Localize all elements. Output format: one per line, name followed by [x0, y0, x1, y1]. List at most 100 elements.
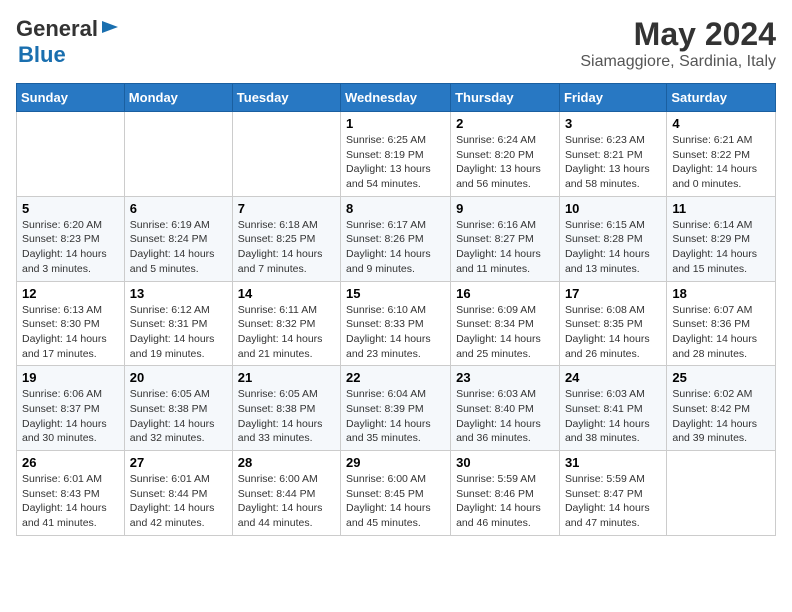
- logo-general: General: [16, 16, 98, 42]
- weekday-header-thursday: Thursday: [451, 84, 560, 112]
- day-cell-21: 21Sunrise: 6:05 AMSunset: 8:38 PMDayligh…: [232, 366, 340, 451]
- weekday-header-tuesday: Tuesday: [232, 84, 340, 112]
- day-number: 29: [346, 455, 445, 470]
- week-row-2: 5Sunrise: 6:20 AMSunset: 8:23 PMDaylight…: [17, 196, 776, 281]
- day-info: Sunrise: 6:11 AMSunset: 8:32 PMDaylight:…: [238, 303, 335, 362]
- day-number: 9: [456, 201, 554, 216]
- day-number: 21: [238, 370, 335, 385]
- day-cell-8: 8 Sunrise: 6:17 AMSunset: 8:26 PMDaylight…: [341, 196, 451, 281]
- day-info: Sunrise: 5:59 AMSunset: 8:46 PMDaylight:…: [456, 472, 554, 531]
- day-info: Sunrise: 6:08 AMSunset: 8:35 PMDaylight:…: [565, 303, 661, 362]
- day-info: Sunrise: 6:06 AMSunset: 8:37 PMDaylight:…: [22, 387, 119, 446]
- day-cell-16: 16 Sunrise: 6:09 AMSunset: 8:34 PMDayligh…: [451, 281, 560, 366]
- day-info: Sunrise: 6:04 AMSunset: 8:39 PMDaylight:…: [346, 387, 445, 446]
- day-number: 8: [346, 201, 445, 216]
- day-info: Sunrise: 6:18 AMSunset: 8:25 PMDaylight:…: [238, 218, 335, 277]
- day-info: Sunrise: 6:02 AMSunset: 8:42 PMDaylight:…: [672, 387, 770, 446]
- day-number: 3: [565, 116, 661, 131]
- day-info: Sunrise: 6:13 AMSunset: 8:30 PMDaylight:…: [22, 303, 119, 362]
- day-number: 22: [346, 370, 445, 385]
- weekday-header-monday: Monday: [124, 84, 232, 112]
- logo-flag-icon: [100, 19, 120, 39]
- day-cell-1: 1 Sunrise: 6:25 AMSunset: 8:19 PMDaylight…: [341, 112, 451, 197]
- day-number: 31: [565, 455, 661, 470]
- week-row-5: 26 Sunrise: 6:01 AMSunset: 8:43 PMDayligh…: [17, 451, 776, 536]
- header: General Blue May 2024 Siamaggiore, Sardi…: [16, 16, 776, 71]
- day-number: 10: [565, 201, 661, 216]
- calendar: SundayMondayTuesdayWednesdayThursdayFrid…: [16, 83, 776, 536]
- day-info: Sunrise: 6:12 AMSunset: 8:31 PMDaylight:…: [130, 303, 227, 362]
- day-info: Sunrise: 6:17 AMSunset: 8:26 PMDaylight:…: [346, 218, 445, 277]
- day-info: Sunrise: 6:00 AMSunset: 8:45 PMDaylight:…: [346, 472, 445, 531]
- day-number: 4: [672, 116, 770, 131]
- weekday-header-saturday: Saturday: [667, 84, 776, 112]
- day-number: 15: [346, 286, 445, 301]
- day-number: 1: [346, 116, 445, 131]
- day-cell-12: 12 Sunrise: 6:13 AMSunset: 8:30 PMDayligh…: [17, 281, 125, 366]
- day-number: 14: [238, 286, 335, 301]
- day-info: Sunrise: 6:10 AMSunset: 8:33 PMDaylight:…: [346, 303, 445, 362]
- logo: General Blue: [16, 16, 120, 68]
- day-cell-30: 30Sunrise: 5:59 AMSunset: 8:46 PMDayligh…: [451, 451, 560, 536]
- day-cell-14: 14 Sunrise: 6:11 AMSunset: 8:32 PMDayligh…: [232, 281, 340, 366]
- day-number: 6: [130, 201, 227, 216]
- day-info: Sunrise: 6:24 AMSunset: 8:20 PMDaylight:…: [456, 133, 554, 192]
- day-info: Sunrise: 6:15 AMSunset: 8:28 PMDaylight:…: [565, 218, 661, 277]
- day-cell-15: 15 Sunrise: 6:10 AMSunset: 8:33 PMDayligh…: [341, 281, 451, 366]
- logo-blue: Blue: [18, 42, 66, 67]
- header-right: May 2024 Siamaggiore, Sardinia, Italy: [580, 16, 776, 71]
- day-cell-2: 2 Sunrise: 6:24 AMSunset: 8:20 PMDaylight…: [451, 112, 560, 197]
- day-info: Sunrise: 6:01 AMSunset: 8:44 PMDaylight:…: [130, 472, 227, 531]
- day-number: 20: [130, 370, 227, 385]
- day-number: 18: [672, 286, 770, 301]
- day-info: Sunrise: 6:23 AMSunset: 8:21 PMDaylight:…: [565, 133, 661, 192]
- day-info: Sunrise: 6:25 AMSunset: 8:19 PMDaylight:…: [346, 133, 445, 192]
- day-number: 11: [672, 201, 770, 216]
- weekday-header-sunday: Sunday: [17, 84, 125, 112]
- day-info: Sunrise: 6:03 AMSunset: 8:40 PMDaylight:…: [456, 387, 554, 446]
- day-number: 23: [456, 370, 554, 385]
- week-row-1: 1 Sunrise: 6:25 AMSunset: 8:19 PMDaylight…: [17, 112, 776, 197]
- day-cell-6: 6 Sunrise: 6:19 AMSunset: 8:24 PMDaylight…: [124, 196, 232, 281]
- day-cell-28: 28 Sunrise: 6:00 AMSunset: 8:44 PMDayligh…: [232, 451, 340, 536]
- day-number: 27: [130, 455, 227, 470]
- day-cell-18: 18 Sunrise: 6:07 AMSunset: 8:36 PMDayligh…: [667, 281, 776, 366]
- day-info: Sunrise: 6:01 AMSunset: 8:43 PMDaylight:…: [22, 472, 119, 531]
- day-cell-19: 19Sunrise: 6:06 AMSunset: 8:37 PMDayligh…: [17, 366, 125, 451]
- day-cell-7: 7Sunrise: 6:18 AMSunset: 8:25 PMDaylight…: [232, 196, 340, 281]
- week-row-4: 19Sunrise: 6:06 AMSunset: 8:37 PMDayligh…: [17, 366, 776, 451]
- day-number: 13: [130, 286, 227, 301]
- day-info: Sunrise: 6:00 AMSunset: 8:44 PMDaylight:…: [238, 472, 335, 531]
- day-number: 12: [22, 286, 119, 301]
- day-cell-22: 22 Sunrise: 6:04 AMSunset: 8:39 PMDayligh…: [341, 366, 451, 451]
- day-cell-29: 29 Sunrise: 6:00 AMSunset: 8:45 PMDayligh…: [341, 451, 451, 536]
- empty-cell: [17, 112, 125, 197]
- week-row-3: 12 Sunrise: 6:13 AMSunset: 8:30 PMDayligh…: [17, 281, 776, 366]
- day-cell-24: 24Sunrise: 6:03 AMSunset: 8:41 PMDayligh…: [559, 366, 666, 451]
- location: Siamaggiore, Sardinia, Italy: [580, 53, 776, 71]
- logo-text: General: [16, 16, 120, 42]
- day-info: Sunrise: 6:07 AMSunset: 8:36 PMDaylight:…: [672, 303, 770, 362]
- day-info: Sunrise: 6:20 AMSunset: 8:23 PMDaylight:…: [22, 218, 119, 277]
- day-cell-3: 3 Sunrise: 6:23 AMSunset: 8:21 PMDaylight…: [559, 112, 666, 197]
- day-number: 16: [456, 286, 554, 301]
- day-cell-13: 13 Sunrise: 6:12 AMSunset: 8:31 PMDayligh…: [124, 281, 232, 366]
- day-info: Sunrise: 5:59 AMSunset: 8:47 PMDaylight:…: [565, 472, 661, 531]
- day-info: Sunrise: 6:05 AMSunset: 8:38 PMDaylight:…: [130, 387, 227, 446]
- day-cell-25: 25 Sunrise: 6:02 AMSunset: 8:42 PMDayligh…: [667, 366, 776, 451]
- day-number: 28: [238, 455, 335, 470]
- day-cell-11: 11Sunrise: 6:14 AMSunset: 8:29 PMDayligh…: [667, 196, 776, 281]
- day-info: Sunrise: 6:19 AMSunset: 8:24 PMDaylight:…: [130, 218, 227, 277]
- month-year: May 2024: [580, 16, 776, 53]
- day-info: Sunrise: 6:09 AMSunset: 8:34 PMDaylight:…: [456, 303, 554, 362]
- day-cell-4: 4Sunrise: 6:21 AMSunset: 8:22 PMDaylight…: [667, 112, 776, 197]
- day-number: 2: [456, 116, 554, 131]
- day-number: 25: [672, 370, 770, 385]
- page: General Blue May 2024 Siamaggiore, Sardi…: [0, 0, 792, 552]
- day-cell-20: 20 Sunrise: 6:05 AMSunset: 8:38 PMDayligh…: [124, 366, 232, 451]
- day-number: 26: [22, 455, 119, 470]
- day-cell-26: 26 Sunrise: 6:01 AMSunset: 8:43 PMDayligh…: [17, 451, 125, 536]
- day-cell-17: 17Sunrise: 6:08 AMSunset: 8:35 PMDayligh…: [559, 281, 666, 366]
- day-info: Sunrise: 6:03 AMSunset: 8:41 PMDaylight:…: [565, 387, 661, 446]
- weekday-header-wednesday: Wednesday: [341, 84, 451, 112]
